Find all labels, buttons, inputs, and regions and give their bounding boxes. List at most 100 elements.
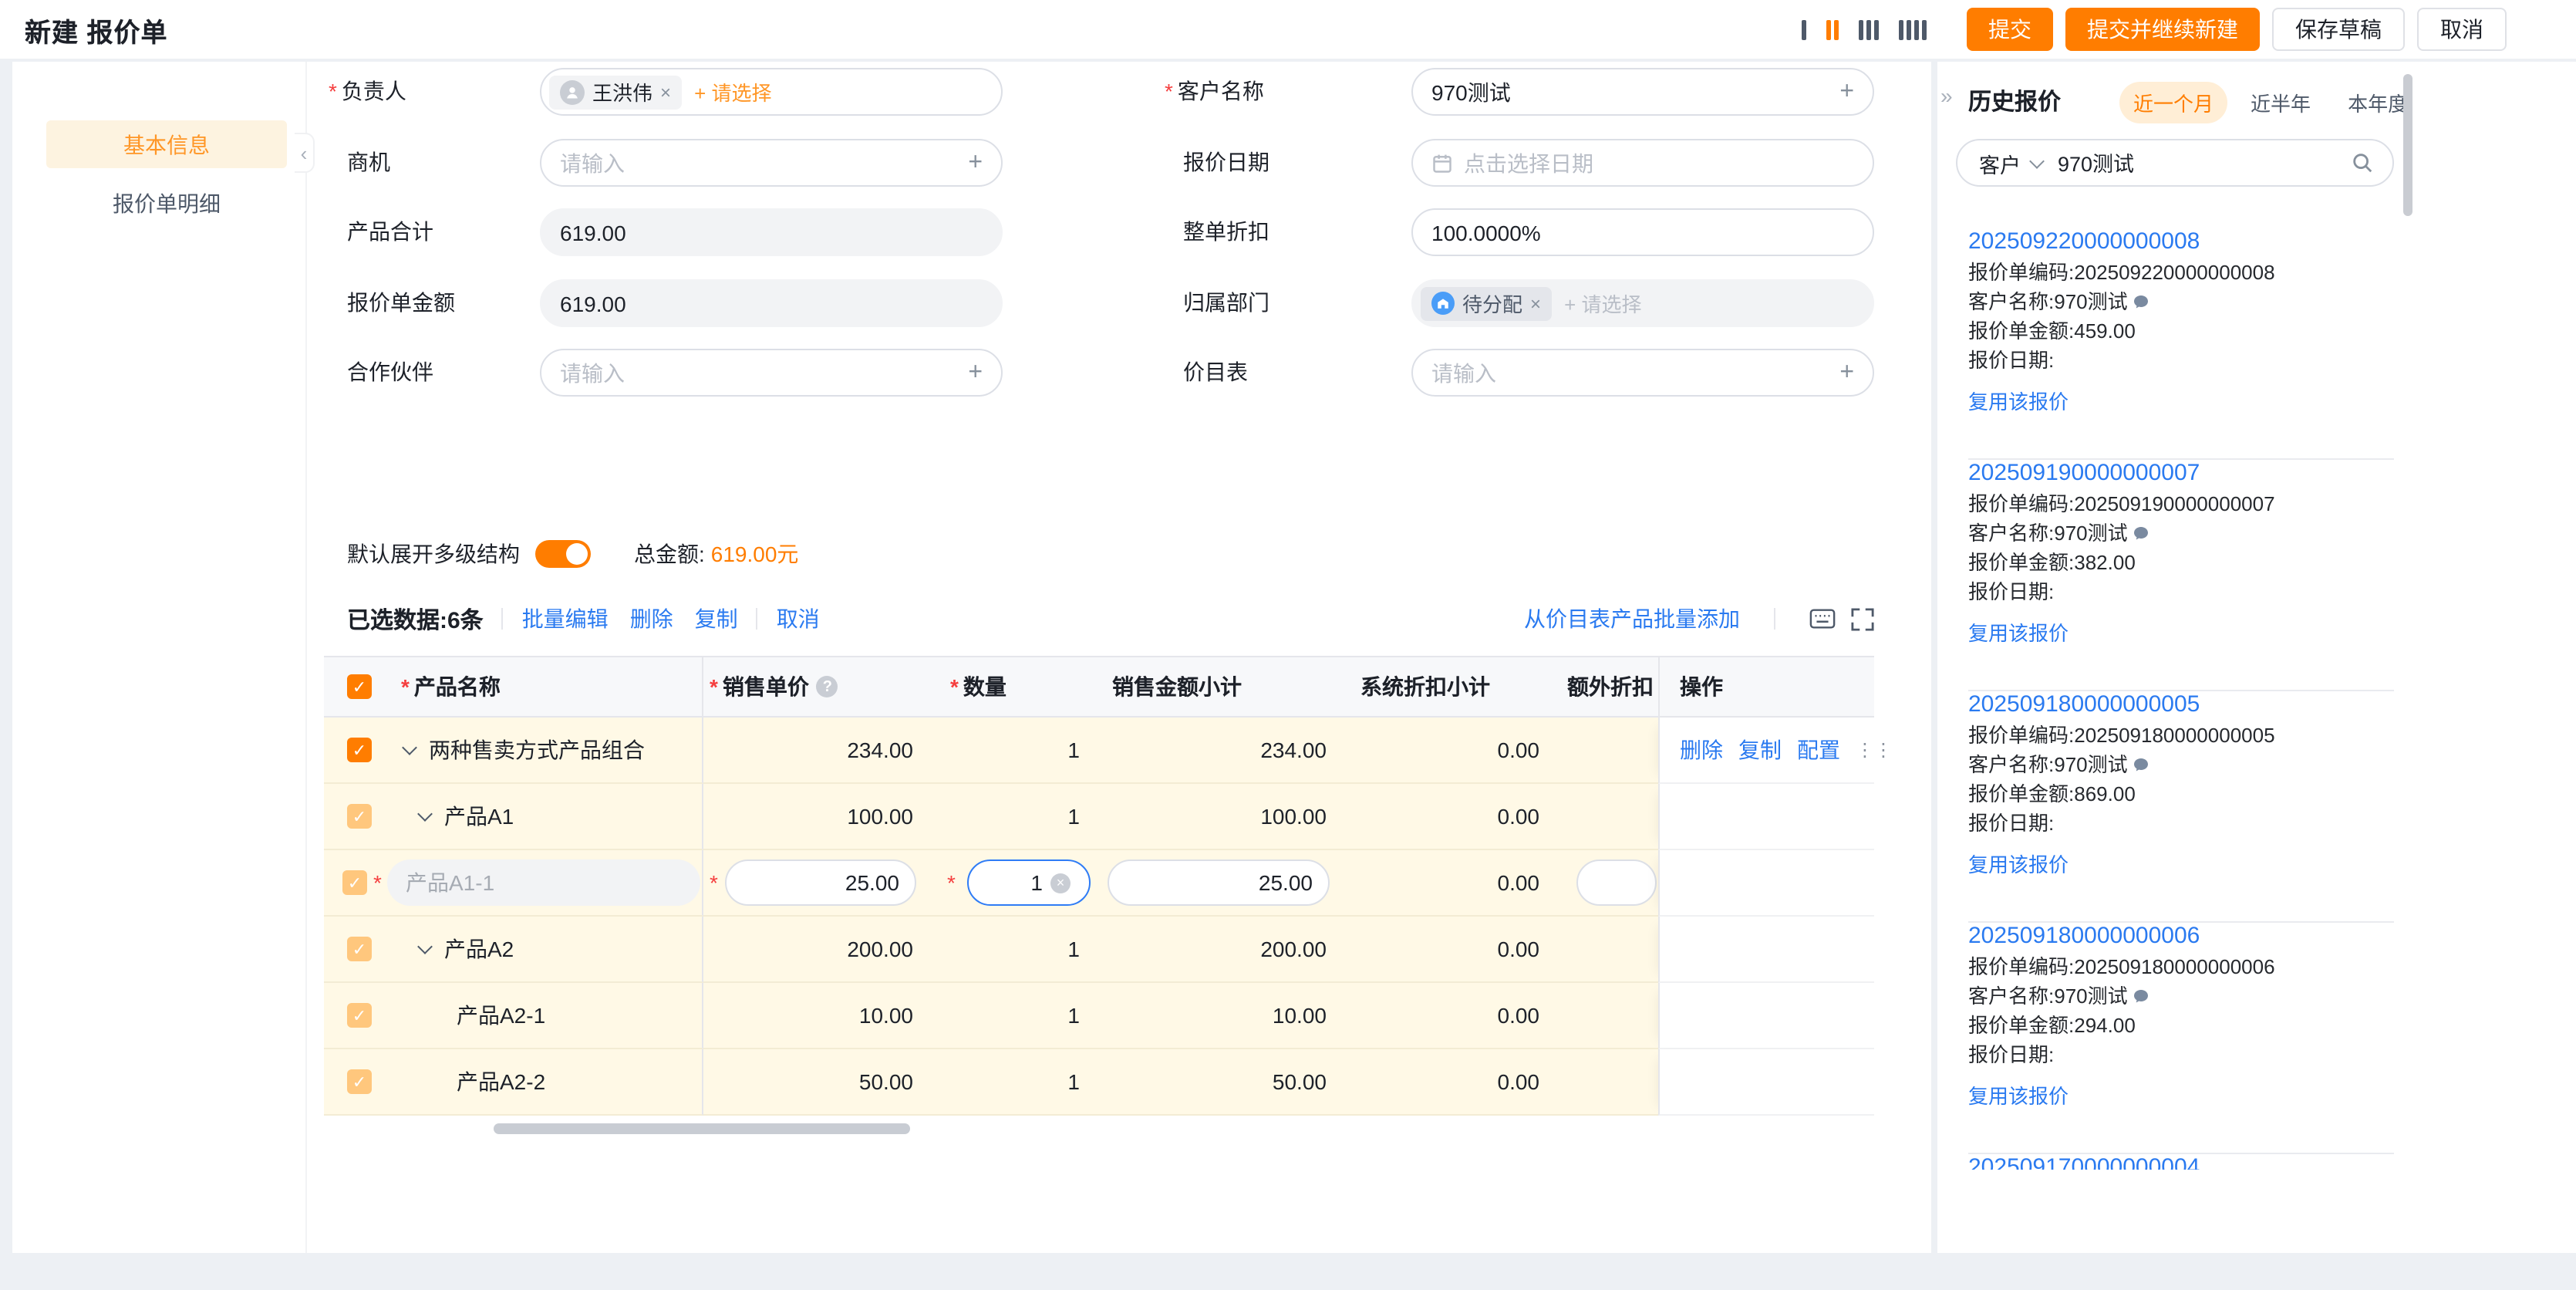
row-config-link[interactable]: 配置 <box>1797 734 1840 765</box>
help-icon[interactable]: ? <box>817 676 838 697</box>
quote-id-link[interactable]: 202509220000000008 <box>1968 228 2394 255</box>
batch-add-from-price-list-link[interactable]: 从价目表产品批量添加 <box>1524 603 1740 634</box>
panel-collapse-icon[interactable]: » <box>1940 83 1953 108</box>
drag-handle-icon[interactable]: ⋮⋮ <box>1856 739 1893 761</box>
remove-owner-icon[interactable]: × <box>660 83 671 101</box>
layout-toggle-1-icon[interactable] <box>1802 17 1806 42</box>
batch-delete-link[interactable]: 删除 <box>630 603 673 634</box>
add-customer-icon[interactable]: + <box>1839 79 1854 104</box>
extra-discount-cell <box>1543 917 1658 983</box>
row-checkbox[interactable]: ✓ <box>342 870 367 895</box>
price-list-input[interactable] <box>1431 360 1839 385</box>
save-draft-button[interactable]: 保存草稿 <box>2272 8 2405 51</box>
expand-toggle[interactable] <box>535 540 591 568</box>
operations-cell <box>1658 1049 1874 1116</box>
collapse-caret-icon[interactable] <box>417 805 433 821</box>
quote-code-line: 报价单编码: 202509190000000007 <box>1968 494 2394 515</box>
row-checkbox[interactable]: ✓ <box>347 937 372 961</box>
table-row: ✓ 产品A2-1 10.00 1 10.00 0.00 <box>324 983 1874 1049</box>
extra-discount-input[interactable] <box>1593 870 1640 895</box>
add-partner-icon[interactable]: + <box>968 360 983 385</box>
row-copy-link[interactable]: 复制 <box>1738 734 1782 765</box>
sidebar-collapse-icon[interactable]: ‹ <box>295 133 315 173</box>
batch-copy-link[interactable]: 复制 <box>695 603 738 634</box>
row-checkbox[interactable]: ✓ <box>347 1003 372 1028</box>
layout-toggle-group <box>1802 17 1927 42</box>
partner-input[interactable] <box>560 360 968 385</box>
add-opportunity-icon[interactable]: + <box>968 150 983 175</box>
reuse-quote-link[interactable]: 复用该报价 <box>1968 1080 2069 1109</box>
tab-last-month[interactable]: 近一个月 <box>2119 82 2227 123</box>
submit-button[interactable]: 提交 <box>1967 8 2053 51</box>
row-delete-link[interactable]: 删除 <box>1680 734 1723 765</box>
quote-id-link[interactable]: 202509180000000005 <box>1968 691 2394 718</box>
product-name-input[interactable]: 产品A1-1 <box>387 859 700 906</box>
qty-cell: 1 <box>916 784 1091 850</box>
row-checkbox[interactable]: ✓ <box>347 804 372 829</box>
sys-discount-cell: 0.00 <box>1330 1049 1543 1116</box>
product-total-field: 619.00 <box>540 208 1003 256</box>
amount-input[interactable] <box>1124 870 1313 895</box>
price-cell: 234.00 <box>703 718 916 784</box>
qty-input-box: × <box>967 859 1091 906</box>
wecom-icon <box>2133 525 2151 543</box>
layout-toggle-3-icon[interactable] <box>1859 17 1879 42</box>
quote-amount-line: 报价单金额: 294.00 <box>1968 1015 2394 1037</box>
table-row: ✓ 两种售卖方式产品组合 234.00 1 234.00 0.00 删除 复制 … <box>324 718 1874 784</box>
quote-id-link[interactable]: 202509170000000004 <box>1968 1154 2394 1170</box>
quote-amount-label: 报价单金额 <box>347 279 455 327</box>
quote-customer-line: 客户名称: 970测试 <box>1968 986 2394 1008</box>
owner-field[interactable]: 王洪伟 × + 请选择 <box>540 68 1003 116</box>
reuse-quote-link[interactable]: 复用该报价 <box>1968 386 2069 415</box>
quote-id-link[interactable]: 202509190000000007 <box>1968 460 2394 486</box>
table-row: ✓ 产品A2 200.00 1 200.00 0.00 <box>324 917 1874 983</box>
table-row: ✓ 产品A1 100.00 1 100.00 0.00 <box>324 784 1874 850</box>
cancel-selection-link[interactable]: 取消 <box>777 603 820 634</box>
tab-half-year[interactable]: 近半年 <box>2237 82 2325 123</box>
history-card: 202509180000000006 报价单编码: 20250918000000… <box>1968 923 2394 1154</box>
search-icon[interactable] <box>2351 151 2374 174</box>
collapse-caret-icon[interactable] <box>417 938 433 954</box>
quote-date-line: 报价日期: <box>1968 813 2394 835</box>
customer-name-input[interactable] <box>1431 79 1839 104</box>
header-product-name: *产品名称 <box>395 657 703 716</box>
expand-toggle-label: 默认展开多级结构 <box>347 539 520 569</box>
reuse-quote-link[interactable]: 复用该报价 <box>1968 617 2069 647</box>
layout-toggle-2-icon[interactable] <box>1826 17 1839 42</box>
sidebar-item-basic-info[interactable]: 基本信息 <box>46 120 287 168</box>
qty-input[interactable] <box>981 870 1043 895</box>
quote-amount-field: 619.00 <box>540 279 1003 327</box>
filter-field-dropdown[interactable]: 客户 <box>1957 147 2058 178</box>
row-checkbox[interactable]: ✓ <box>347 738 372 762</box>
shortcut-keyboard-icon[interactable] <box>1809 608 1836 630</box>
price-input[interactable] <box>743 870 899 895</box>
table-horizontal-scrollbar[interactable] <box>494 1123 910 1134</box>
history-filter: 客户 <box>1956 139 2394 187</box>
select-all-checkbox[interactable]: ✓ <box>347 674 372 699</box>
extra-discount-cell <box>1543 784 1658 850</box>
reuse-quote-link[interactable]: 复用该报价 <box>1968 849 2069 878</box>
row-checkbox[interactable]: ✓ <box>347 1069 372 1094</box>
owner-select-hint[interactable]: + 请选择 <box>694 77 771 106</box>
table-header: ✓ *产品名称 *销售单价? *数量 销售金额小计 系统折扣小计 额外折扣 操作 <box>324 656 1874 718</box>
add-price-list-icon[interactable]: + <box>1839 360 1854 385</box>
quote-code-line: 报价单编码: 202509220000000008 <box>1968 262 2394 284</box>
quote-date-field[interactable]: 点击选择日期 <box>1411 139 1874 187</box>
batch-edit-link[interactable]: 批量编辑 <box>522 603 609 634</box>
remove-department-icon[interactable]: × <box>1530 294 1541 312</box>
quote-id-link[interactable]: 202509180000000006 <box>1968 923 2394 949</box>
header-qty: *数量 <box>916 657 1091 716</box>
history-search-input[interactable] <box>2058 150 2351 174</box>
collapse-caret-icon[interactable] <box>402 739 417 755</box>
history-scrollbar[interactable] <box>2403 74 2412 216</box>
layout-toggle-4-icon[interactable] <box>1899 17 1927 42</box>
clear-icon[interactable]: × <box>1050 873 1071 893</box>
table-row: ✓ 产品A2-2 50.00 1 50.00 0.00 <box>324 1049 1874 1116</box>
order-discount-input[interactable] <box>1431 220 1854 245</box>
fullscreen-icon[interactable] <box>1851 607 1874 630</box>
sidebar-item-quote-detail[interactable]: 报价单明细 <box>46 179 287 227</box>
submit-and-new-button[interactable]: 提交并继续新建 <box>2065 8 2260 51</box>
product-total-label: 产品合计 <box>347 208 433 256</box>
opportunity-input[interactable] <box>560 150 968 175</box>
cancel-button[interactable]: 取消 <box>2417 8 2507 51</box>
